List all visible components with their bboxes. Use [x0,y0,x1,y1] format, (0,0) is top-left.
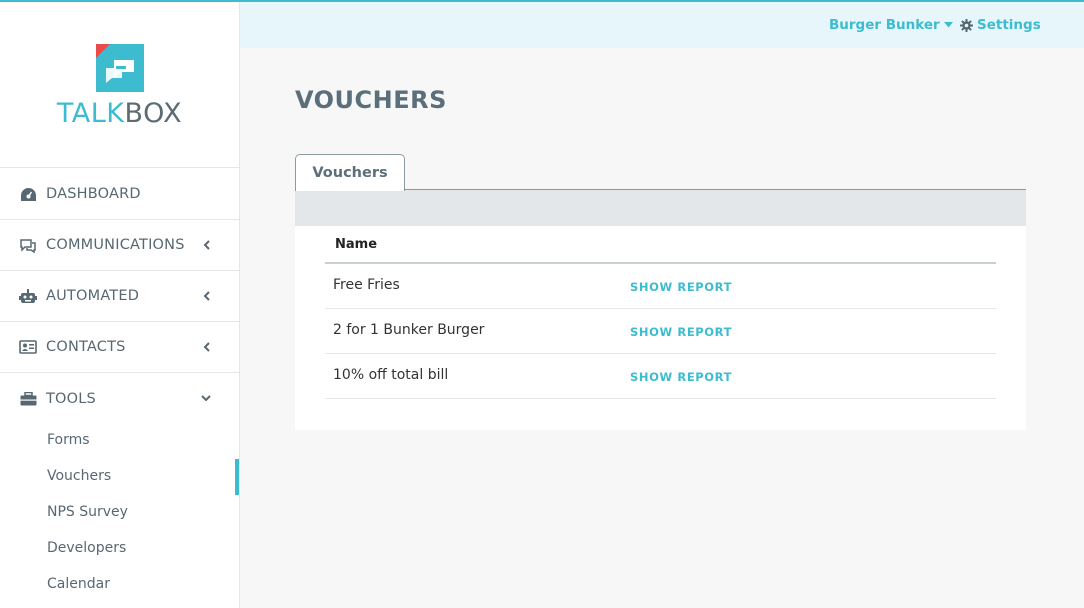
voucher-name: 2 for 1 Bunker Burger [333,322,485,338]
chat-icon [19,237,37,253]
gauge-icon [19,186,37,202]
sidebar-item-contacts[interactable]: CONTACTS [0,322,239,373]
robot-icon [19,288,37,304]
table-header: Name [325,226,996,264]
show-report-link[interactable]: SHOW REPORT [630,325,732,339]
sidebar-subitem-calendar[interactable]: Calendar [47,576,110,592]
show-report-link[interactable]: SHOW REPORT [630,370,732,384]
show-report-link[interactable]: SHOW REPORT [630,280,732,294]
table-row: Free Fries SHOW REPORT [325,264,996,309]
top-header: Burger Bunker Settings [240,2,1084,48]
account-dropdown[interactable]: Burger Bunker [829,17,953,33]
sidebar-item-communications[interactable]: COMMUNICATIONS [0,220,239,271]
vouchers-table: Name Free Fries SHOW REPORT 2 for 1 Bunk… [325,226,996,399]
voucher-name: 10% off total bill [333,367,449,383]
logo[interactable]: TALKBOX [0,0,239,168]
sidebar-subitem-nps-survey[interactable]: NPS Survey [47,504,128,520]
sidebar-item-label: CONTACTS [46,339,126,355]
logo-text: TALKBOX [56,98,183,129]
active-indicator [235,459,239,495]
sidebar-subitem-vouchers[interactable]: Vouchers [47,468,111,484]
sidebar-item-tools[interactable]: TOOLS [0,373,239,424]
sidebar-item-dashboard[interactable]: DASHBOARD [0,169,239,220]
sidebar-item-label: AUTOMATED [46,288,140,304]
voucher-name: Free Fries [333,277,400,293]
sidebar-item-label: COMMUNICATIONS [46,237,185,253]
toolbox-icon [19,391,37,407]
sidebar-item-label: DASHBOARD [46,186,141,202]
sidebar-subitem-forms[interactable]: Forms [47,432,90,448]
chevron-down-icon [201,394,211,404]
settings-label: Settings [977,17,1041,33]
account-name: Burger Bunker [829,17,940,33]
column-header-name[interactable]: Name [335,237,377,252]
caret-down-icon [943,22,953,28]
tab-vouchers[interactable]: Vouchers [295,154,405,191]
top-accent-line [0,0,1084,2]
chevron-left-icon [201,240,211,250]
sidebar: TALKBOX DASHBOARD COMMUNICATIONS AUTOMAT… [0,0,240,608]
sidebar-item-automated[interactable]: AUTOMATED [0,271,239,322]
sidebar-subitem-developers[interactable]: Developers [47,540,126,556]
gear-icon [960,18,973,32]
sidebar-item-label: TOOLS [46,390,96,407]
address-card-icon [19,339,37,355]
table-row: 10% off total bill SHOW REPORT [325,354,996,399]
table-row: 2 for 1 Bunker Burger SHOW REPORT [325,309,996,354]
chevron-left-icon [201,291,211,301]
chat-bubbles-icon [96,44,144,92]
panel-toolbar [295,190,1026,226]
vouchers-panel: Name Free Fries SHOW REPORT 2 for 1 Bunk… [295,190,1026,430]
settings-link[interactable]: Settings [960,17,1041,33]
chevron-left-icon [201,342,211,352]
page-title: VOUCHERS [295,86,447,114]
